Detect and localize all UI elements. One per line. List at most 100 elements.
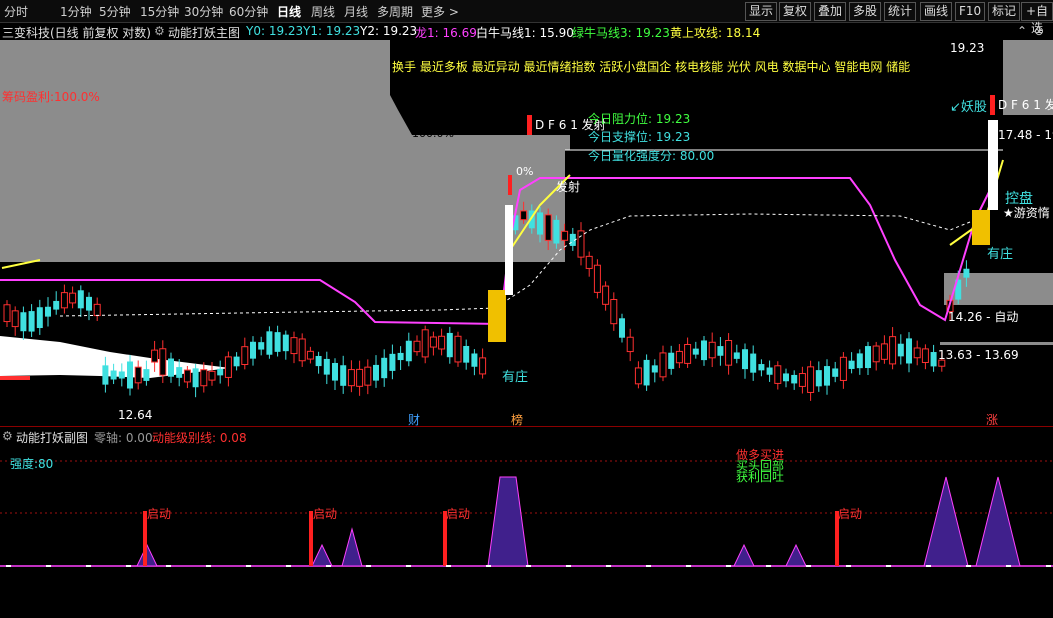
overlay-button[interactable]: 叠加 (814, 2, 847, 21)
zero-axis-tick (966, 565, 971, 567)
candle-body (634, 367, 642, 385)
candle-body (577, 230, 585, 258)
candle-body (429, 336, 437, 348)
candle-body (708, 341, 716, 359)
candle-body (544, 214, 552, 241)
candle-body (872, 345, 880, 363)
zero-axis-tick (246, 565, 251, 567)
candle-body (446, 332, 453, 358)
candle-body (421, 329, 429, 358)
candle-body (839, 356, 847, 381)
candle-body (463, 345, 470, 363)
energy-peak (733, 543, 755, 567)
period-tab-monthly[interactable]: 月线 (344, 3, 368, 20)
period-tab-weekly[interactable]: 周线 (311, 3, 335, 20)
candle-body (438, 335, 446, 350)
period-tab-1min[interactable]: 1分钟 (60, 3, 92, 20)
candle-body (733, 352, 740, 359)
zero-axis-tick (46, 565, 51, 567)
period-tab-more[interactable]: 更多 > (421, 3, 459, 20)
candle-body (381, 357, 388, 379)
zero-axis-tick (1046, 565, 1051, 567)
period-tab-15min[interactable]: 15分钟 (140, 3, 179, 20)
zero-axis-tick (446, 565, 451, 567)
auto-price-label: 14.26 - 自动 (948, 310, 1019, 324)
period-tab-5min[interactable]: 5分钟 (99, 3, 131, 20)
candle-body (815, 370, 822, 387)
candle-body (774, 365, 782, 384)
period-tab-intraday[interactable]: 分时 (4, 3, 28, 20)
energy-peak (923, 476, 969, 567)
candle-body (405, 340, 412, 362)
candle-body (389, 353, 396, 371)
candle-body (233, 356, 240, 367)
candle-body (306, 350, 314, 360)
candle-body (675, 350, 683, 364)
zero-axis-tick (686, 565, 691, 567)
sub-indicator-name[interactable]: 动能打妖副图 (16, 429, 88, 446)
candle-body (701, 340, 707, 361)
candle-body (102, 365, 109, 385)
candle-body (86, 296, 92, 311)
draw-button[interactable]: 画线 (920, 2, 953, 21)
candle-body (668, 352, 675, 369)
energy-area-series (6, 476, 1051, 567)
candle-body (323, 358, 330, 375)
adjust-button[interactable]: 复权 (779, 2, 812, 21)
yellow-line-value: 黄上攻线: 18.14 (670, 26, 761, 40)
candle-body (110, 370, 117, 380)
candle-body (168, 358, 174, 377)
candle-body (561, 230, 569, 241)
profit-take-label: 获利回吐 (736, 470, 785, 484)
white-ma-value: 白牛马线1: 15.90 (476, 26, 574, 40)
support-label: 今日支撑位: 19.23 (588, 130, 691, 144)
zero-axis-tick (206, 565, 211, 567)
period-tab-multi[interactable]: 多周期 (377, 3, 413, 20)
indicator-info-line: 三变科技(日线 前复权 对数) ⚙ 动能打妖主图 Y0: 19.23 Y1: 1… (0, 22, 1053, 40)
candle-body (53, 300, 60, 310)
stats-button[interactable]: 统计 (884, 2, 917, 21)
display-button[interactable]: 显示 (745, 2, 778, 21)
energy-peak (311, 543, 333, 567)
gear-icon-sub[interactable]: ⚙ (2, 429, 13, 443)
sub-chart-canvas[interactable] (0, 427, 1053, 618)
add-watchlist-button[interactable]: +自选 (1021, 2, 1053, 35)
candle-body (865, 346, 871, 369)
auto-label-2: 启动 (313, 507, 338, 521)
candle-body (791, 374, 798, 384)
candle-body (692, 348, 699, 355)
mark-button[interactable]: 标记 (988, 2, 1021, 21)
period-tab-60min[interactable]: 60分钟 (229, 3, 268, 20)
yaogu-label: ↙妖股 (950, 100, 987, 115)
zero-axis-tick (166, 565, 171, 567)
period-tab-30min[interactable]: 30分钟 (184, 3, 223, 20)
energy-peak (785, 543, 807, 567)
yellow-candle-1 (488, 290, 506, 342)
zero-axis-tick (406, 565, 411, 567)
candle-body (93, 303, 101, 317)
main-chart-panel: 换手 最近多板 最近异动 最近情绪指数 活跃小盘国企 核电核能 光伏 风电 数据… (0, 40, 1053, 427)
zero-axis-tick (486, 565, 491, 567)
df61-launch-label-right: D F 6 1 发射 (998, 98, 1053, 112)
candle-body (626, 336, 634, 353)
price-label-1748: 17.48 - 19 (998, 128, 1053, 142)
f10-button[interactable]: F10 (955, 2, 986, 21)
green-ma-value: 绿牛马线3: 19.23 (572, 26, 670, 40)
candle-body (143, 369, 150, 381)
candle-body (889, 336, 897, 365)
gear-icon[interactable]: ⚙ (154, 24, 165, 38)
range-price-label: 13.63 - 13.69 (938, 348, 1019, 362)
energy-peak (975, 476, 1021, 567)
period-tab-daily[interactable]: 日线 (277, 3, 301, 20)
close-icon[interactable]: ⊗ (1034, 24, 1044, 38)
candle-body (77, 290, 84, 309)
candle-body (880, 343, 888, 360)
indicator-name[interactable]: 动能打妖主图 (168, 24, 240, 41)
signal-bar-red-3 (508, 175, 512, 195)
candle-body (134, 366, 142, 384)
chevron-up-icon[interactable]: ⌃ (1017, 24, 1027, 38)
zero-axis-tick (926, 565, 931, 567)
candle-body (340, 365, 347, 386)
multi-stock-button[interactable]: 多股 (849, 2, 882, 21)
candle-body (373, 364, 379, 381)
